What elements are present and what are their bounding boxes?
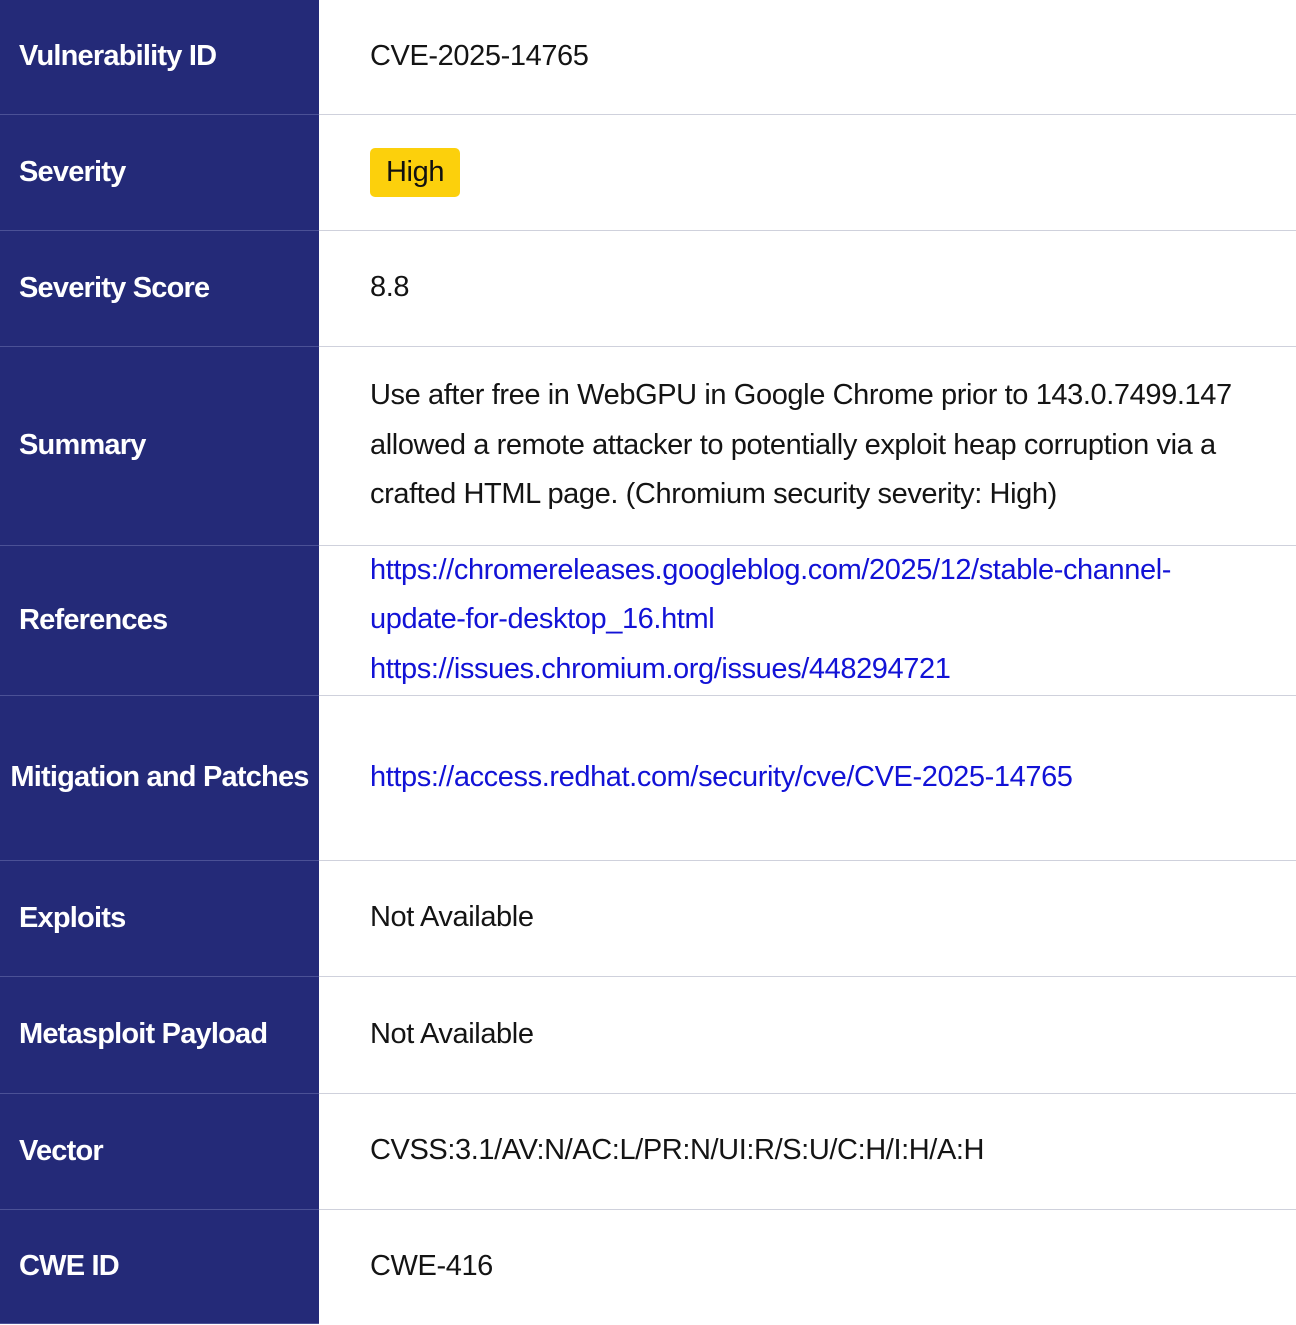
label-metasploit-payload: Metasploit Payload: [0, 976, 319, 1094]
value-exploits: Not Available: [370, 901, 534, 934]
reference-link-chromereleases[interactable]: https://chromereleases.googleblog.com/20…: [370, 546, 1256, 645]
label-mitigation-and-patches: Mitigation and Patches: [0, 695, 319, 861]
row-exploits: Exploits Not Available: [0, 860, 1296, 977]
value-mitigation-and-patches: https://access.redhat.com/security/cve/C…: [319, 695, 1296, 860]
row-severity: Severity High: [0, 114, 1296, 231]
vulnerability-details-table: Vulnerability ID CVE-2025-14765 Severity…: [0, 0, 1296, 1324]
row-vulnerability-id: Vulnerability ID CVE-2025-14765: [0, 0, 1296, 115]
row-metasploit-payload: Metasploit Payload Not Available: [0, 976, 1296, 1094]
value-vector: CVSS:3.1/AV:N/AC:L/PR:N/UI:R/S:U/C:H/I:H…: [370, 1134, 985, 1167]
row-summary: Summary Use after free in WebGPU in Goog…: [0, 346, 1296, 546]
value-references: https://chromereleases.googleblog.com/20…: [319, 545, 1296, 695]
value-metasploit-payload: Not Available: [370, 1017, 534, 1050]
label-severity-score: Severity Score: [0, 230, 319, 347]
value-severity: High: [319, 114, 1296, 230]
row-severity-score: Severity Score 8.8: [0, 230, 1296, 347]
mitigation-link-redhat[interactable]: https://access.redhat.com/security/cve/C…: [370, 753, 1256, 803]
label-references: References: [0, 545, 319, 696]
severity-badge: High: [370, 147, 461, 197]
label-summary: Summary: [0, 346, 319, 546]
value-severity-score: 8.8: [370, 271, 410, 304]
label-vector: Vector: [0, 1093, 319, 1210]
row-references: References https://chromereleases.google…: [0, 545, 1296, 696]
reference-link-chromium-issue[interactable]: https://issues.chromium.org/issues/44829…: [370, 645, 1256, 695]
label-severity: Severity: [0, 114, 319, 231]
value-summary: Use after free in WebGPU in Google Chrom…: [370, 379, 1232, 511]
row-mitigation-and-patches: Mitigation and Patches https://access.re…: [0, 695, 1296, 861]
label-vulnerability-id: Vulnerability ID: [0, 0, 319, 115]
row-vector: Vector CVSS:3.1/AV:N/AC:L/PR:N/UI:R/S:U/…: [0, 1093, 1296, 1210]
row-cwe-id: CWE ID CWE-416: [0, 1209, 1296, 1324]
value-vulnerability-id: CVE-2025-14765: [370, 40, 589, 72]
value-cwe-id: CWE-416: [370, 1249, 493, 1282]
label-exploits: Exploits: [0, 860, 319, 977]
label-cwe-id: CWE ID: [0, 1209, 319, 1324]
